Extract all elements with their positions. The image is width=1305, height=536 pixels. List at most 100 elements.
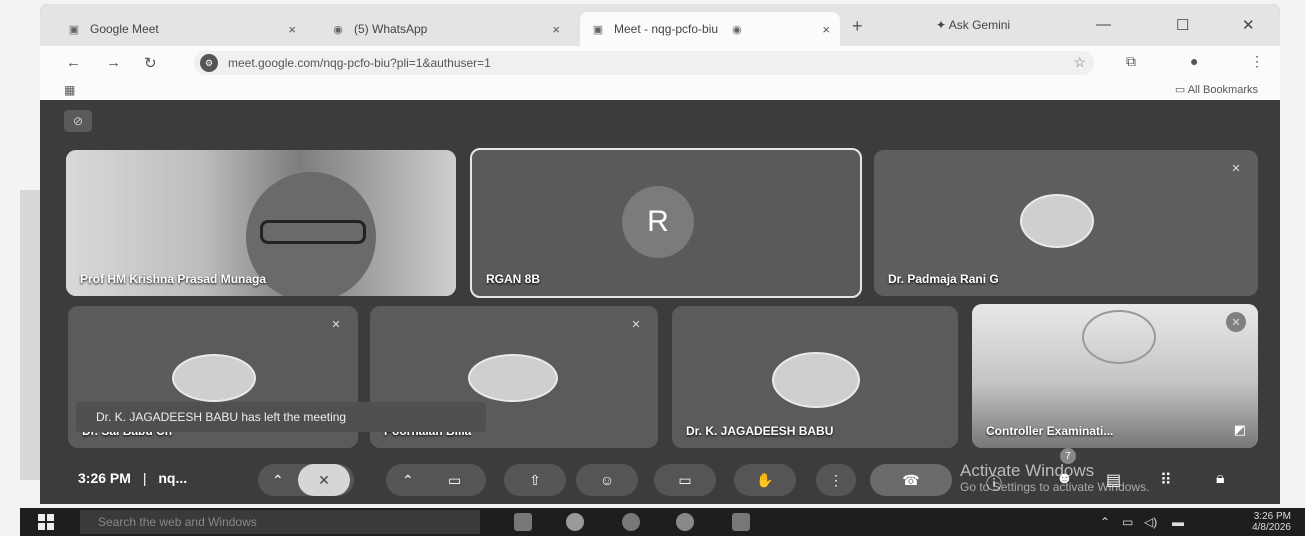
participant-tile[interactable]: Prof HM Krishna Prasad Munaga (66, 150, 456, 296)
camera-icon[interactable]: ▭ (448, 472, 461, 489)
raise-hand-button[interactable]: ✋ (734, 464, 796, 496)
mic-off-icon: ✕ (318, 471, 330, 488)
maximize-button[interactable]: ☐ (1176, 16, 1189, 34)
reactions-button[interactable]: ☺ (576, 464, 638, 496)
activities-grid-icon[interactable]: ⠿ (1160, 470, 1172, 490)
meeting-code: nq... (158, 470, 188, 486)
close-icon[interactable]: × (288, 22, 296, 37)
close-icon[interactable]: × (552, 22, 560, 37)
recording-icon: ◉ (732, 23, 742, 36)
hang-up-icon: ☎ (902, 471, 920, 488)
menu-kebab-icon[interactable]: ⋮ (1250, 53, 1264, 70)
apps-grid-icon[interactable]: ▦ (64, 83, 75, 97)
meet-control-bar: 3:26 PM | nq... ⌃ ✕ ⌃ ▭ ⇧ ☺ ▭ ✋ ⋮ ☎ Acti… (40, 448, 1280, 504)
chevron-up-icon[interactable]: ⌃ (402, 472, 414, 489)
windows-start-icon[interactable] (38, 514, 54, 530)
mic-off-icon: ✕ (1231, 162, 1241, 175)
participant-name: Dr. K. JAGADEESH BABU (686, 424, 834, 438)
participant-tile[interactable]: ✕ Controller Examinati... ◩ (972, 304, 1258, 448)
site-info-icon[interactable]: ⚙ (200, 54, 218, 72)
present-button[interactable]: ⇧ (504, 464, 566, 496)
people-icon[interactable]: ☻ (1056, 470, 1073, 488)
volume-icon[interactable]: ◁) (1144, 515, 1157, 529)
tray-chevron-icon[interactable]: ⌃ (1100, 515, 1110, 529)
chrome-profile-icon[interactable] (676, 513, 694, 531)
back-arrow-icon[interactable]: ← (66, 54, 81, 71)
ask-gemini-label: Ask Gemini (948, 18, 1011, 32)
bookmark-star-icon[interactable]: ☆ (1073, 54, 1086, 71)
tab-meet-active[interactable]: ▣ Meet - nqg-pcfo-biu ◉ × (580, 12, 840, 46)
watermark-line1: Activate Windows (960, 461, 1095, 480)
tab-google-meet[interactable]: ▣ Google Meet × (56, 12, 306, 46)
close-icon[interactable]: × (822, 22, 830, 37)
folder-icon: ▭ (1174, 84, 1186, 96)
background-window-edge (20, 190, 40, 480)
minimize-button[interactable]: — (1096, 16, 1111, 33)
participant-tile[interactable]: ✕ Dr. Padmaja Rani G (874, 150, 1258, 296)
meeting-time-code: 3:26 PM | nq... (78, 470, 187, 486)
tab-label: (5) WhatsApp (354, 22, 428, 36)
mic-off-icon: ✕ (631, 318, 641, 331)
camera-off-icon[interactable]: ⊘ (64, 110, 92, 132)
taskbar-search-box[interactable]: Search the web and Windows (80, 510, 480, 534)
chevron-up-icon[interactable]: ⌃ (272, 472, 284, 489)
chrome-icon[interactable] (622, 513, 640, 531)
captions-button[interactable]: ▭ (654, 464, 716, 496)
taskbar-date: 4/8/2026 (1252, 522, 1291, 533)
meeting-time: 3:26 PM (78, 470, 131, 486)
tab-label: Meet - nqg-pcfo-biu (614, 22, 719, 36)
camera-control-group: ⌃ ▭ (386, 464, 486, 496)
participant-name: Dr. Padmaja Rani G (888, 272, 999, 286)
participant-tile[interactable]: R RGAN 8B (470, 148, 862, 298)
all-bookmarks-folder[interactable]: ▭ All Bookmarks (1175, 83, 1258, 96)
mic-control-group: ⌃ ✕ (258, 464, 354, 496)
participant-name: Prof HM Krishna Prasad Munaga (80, 272, 267, 286)
taskbar-time: 3:26 PM (1253, 511, 1291, 522)
address-bar[interactable]: ⚙ meet.google.com/nqg-pcfo-biu?pli=1&aut… (194, 51, 1094, 75)
mic-off-icon: ✕ (331, 318, 341, 331)
meet-stage: ⊘ Prof HM Krishna Prasad Munaga R RGAN 8… (40, 100, 1280, 504)
new-tab-button[interactable]: + (852, 16, 863, 37)
profile-avatar-icon[interactable]: ● (1190, 53, 1198, 69)
host-controls-lock-icon[interactable]: 🔒︎ (1216, 470, 1225, 488)
action-center-icon[interactable]: ▬ (1172, 515, 1184, 529)
file-explorer-icon[interactable] (514, 513, 532, 531)
ask-gemini-button[interactable]: ✦ Ask Gemini (936, 18, 1010, 32)
tab-strip: ▣ Google Meet × ◉ (5) WhatsApp × ▣ Meet … (40, 4, 1280, 46)
leave-call-button[interactable]: ☎ (870, 464, 952, 496)
store-icon[interactable] (732, 513, 750, 531)
taskbar-clock[interactable]: 3:26 PM 4/8/2026 (1252, 511, 1291, 533)
pin-icon[interactable]: ◩ (1234, 422, 1246, 438)
forward-arrow-icon[interactable]: → (106, 54, 121, 71)
close-window-button[interactable]: ✕ (1242, 16, 1255, 34)
people-count-badge: 7 (1060, 448, 1076, 464)
info-icon[interactable]: ⓘ (986, 470, 1002, 494)
avatar (468, 354, 558, 402)
avatar (772, 352, 860, 408)
tab-label: Google Meet (90, 22, 159, 36)
participant-name: Controller Examinati... (986, 424, 1114, 438)
avatar: R (622, 186, 694, 258)
notification-toast: Dr. K. JAGADEESH BABU has left the meeti… (76, 402, 486, 432)
url-text: meet.google.com/nqg-pcfo-biu?pli=1&authu… (228, 56, 491, 70)
chat-icon[interactable]: ▤ (1106, 470, 1121, 490)
separator: | (142, 470, 147, 486)
more-options-button[interactable]: ⋮ (816, 464, 856, 496)
reload-icon[interactable]: ↻ (144, 54, 157, 72)
network-icon[interactable]: ▭ (1122, 515, 1133, 529)
participant-name: RGAN 8B (486, 272, 541, 286)
whatsapp-icon: ◉ (333, 23, 343, 36)
cast-icon[interactable]: ⧉ (1126, 53, 1136, 70)
edge-icon[interactable] (566, 513, 584, 531)
bookmarks-bar: ▦ ▭ All Bookmarks (40, 80, 1280, 100)
browser-window: ▣ Google Meet × ◉ (5) WhatsApp × ▣ Meet … (40, 4, 1280, 504)
avatar (1020, 194, 1094, 248)
avatar (172, 354, 256, 402)
smiley-icon: ☺ (599, 472, 615, 488)
mic-off-button[interactable]: ✕ (298, 464, 350, 496)
tab-whatsapp[interactable]: ◉ (5) WhatsApp × (320, 12, 570, 46)
browser-toolbar: ← → ↻ ⚙ meet.google.com/nqg-pcfo-biu?pli… (40, 46, 1280, 80)
more-vert-icon: ⋮ (829, 471, 843, 488)
captions-icon: ▭ (678, 471, 692, 488)
participant-tile[interactable]: Dr. K. JAGADEESH BABU (672, 306, 958, 448)
